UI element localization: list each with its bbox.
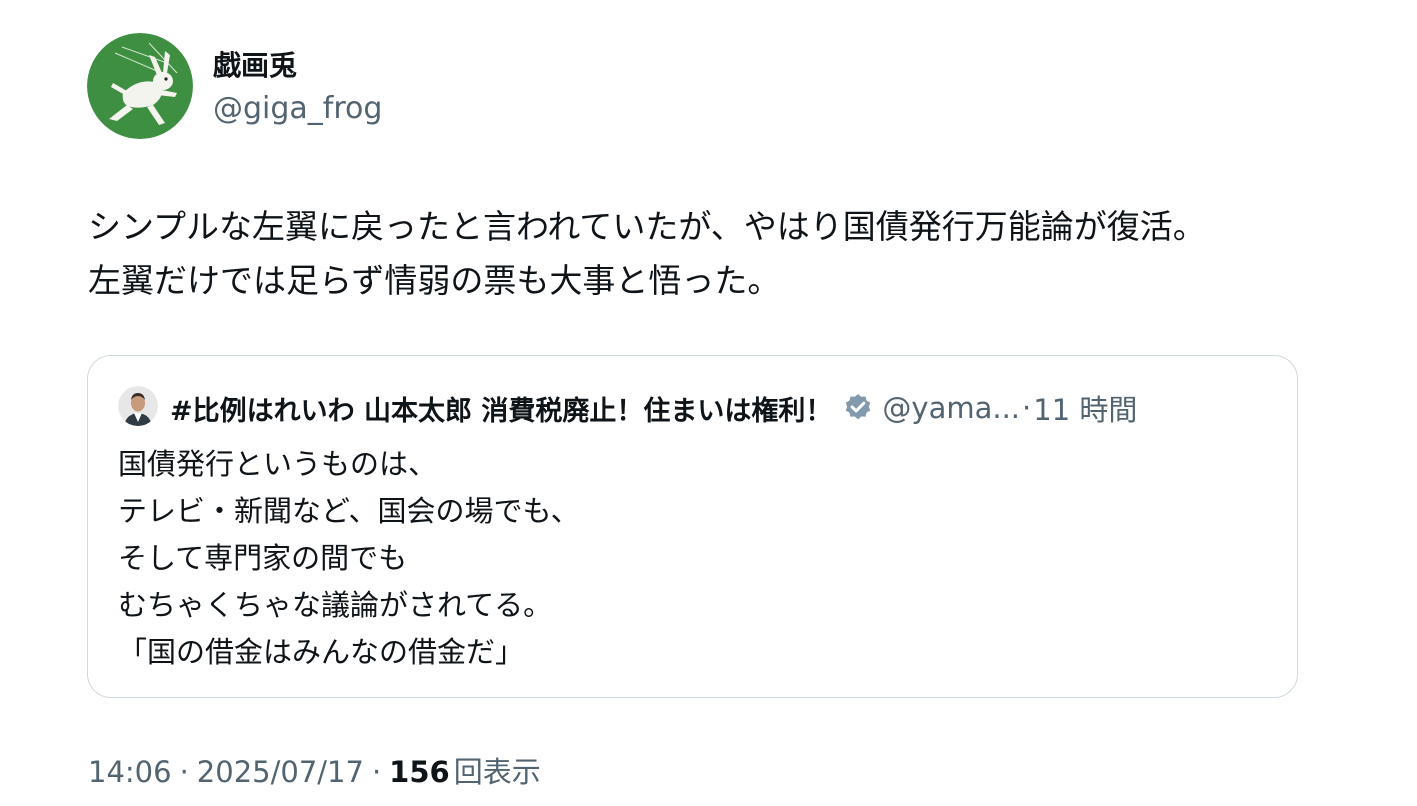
rabbit-avatar-icon xyxy=(87,33,193,139)
quoted-author-avatar[interactable] xyxy=(118,386,158,426)
quoted-text-line: むちゃくちゃな議論がされてる。 xyxy=(118,588,553,622)
separator-dot: · xyxy=(179,755,189,789)
quoted-text-line: 国債発行というものは、 xyxy=(118,447,438,481)
quoted-tweet-card[interactable]: #比例はれいわ 山本太郎 消費税廃止！住まいは権利！ @yama... · 11… xyxy=(87,355,1298,698)
views-label: 回表示 xyxy=(453,755,541,789)
tweet-date[interactable]: 2025/07/17 xyxy=(197,752,364,792)
separator-dot: · xyxy=(371,755,382,789)
tweet-text-line: 左翼だけでは足らず情弱の票も大事と悟った。 xyxy=(88,261,781,300)
quoted-tweet-time[interactable]: 11 時間 xyxy=(1033,387,1137,429)
quoted-tweet-header: #比例はれいわ 山本太郎 消費税廃止！住まいは権利！ @yama... · 11… xyxy=(170,388,1137,428)
tweet-timestamp[interactable]: 14:06 xyxy=(88,752,172,792)
tweet-meta: 14:06 · 2025/07/17 · 156 回表示 xyxy=(88,752,541,792)
tweet-detail: 戯画兎 @giga_frog シンプルな左翼に戻ったと言われていたが、やはり国債… xyxy=(0,0,1417,806)
quoted-text-line: テレビ・新聞など、国会の場でも、 xyxy=(118,494,580,528)
quoted-text-line: そして専門家の間でも xyxy=(118,541,408,575)
author-handle[interactable]: @giga_frog xyxy=(213,90,382,128)
separator-dot: · xyxy=(1022,391,1032,425)
tweet-text: シンプルな左翼に戻ったと言われていたが、やはり国債発行万能論が復活。 左翼だけで… xyxy=(88,200,1348,308)
tweet-text-line: シンプルな左翼に戻ったと言われていたが、やはり国債発行万能論が復活。 xyxy=(88,207,1206,246)
author-avatar[interactable] xyxy=(87,33,193,139)
verified-badge-icon xyxy=(846,394,871,420)
quoted-tweet-text: 国債発行というものは、 テレビ・新聞など、国会の場でも、 そして専門家の間でも … xyxy=(118,441,580,676)
quoted-author-handle[interactable]: @yama... xyxy=(882,391,1020,425)
author-display-name[interactable]: 戯画兎 xyxy=(213,48,297,84)
views-count: 156 xyxy=(389,755,450,789)
quoted-text-line: 「国の借金はみんなの借金だ」 xyxy=(118,635,525,669)
quoted-author-name[interactable]: #比例はれいわ 山本太郎 消費税廃止！住まいは権利！ xyxy=(170,389,832,428)
person-avatar-icon xyxy=(118,386,158,426)
